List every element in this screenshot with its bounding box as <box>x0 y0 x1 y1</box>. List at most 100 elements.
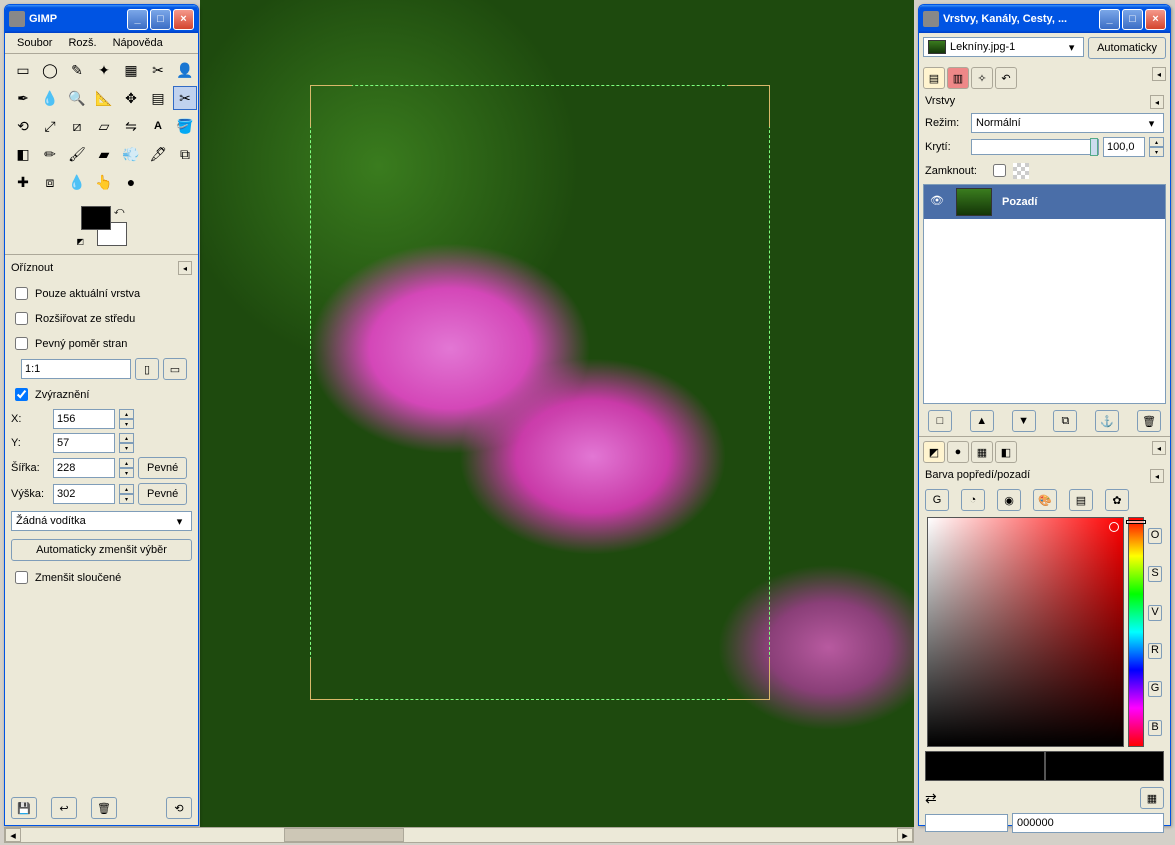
anchor-layer-button[interactable]: ⚓ <box>1095 410 1119 432</box>
aspect-portrait-button[interactable]: ▯ <box>135 358 159 380</box>
minimize-button[interactable]: _ <box>1099 9 1120 30</box>
ch-b[interactable]: B <box>1148 720 1162 736</box>
scroll-right-button[interactable]: ▸ <box>897 828 913 842</box>
menu-file[interactable]: Soubor <box>11 35 58 51</box>
crop-handle-sw[interactable] <box>310 658 352 700</box>
crop-handle-ne[interactable] <box>728 85 770 127</box>
duplicate-layer-button[interactable]: ⧉ <box>1053 410 1077 432</box>
tool-fuzzy-select[interactable]: ✦ <box>92 58 116 82</box>
reset-options-button[interactable]: ⟲ <box>166 797 192 819</box>
tool-scissors[interactable]: ✂ <box>146 58 170 82</box>
crop-x-input[interactable] <box>53 409 115 429</box>
crop-handle-nw[interactable] <box>310 85 352 127</box>
tab-gradients[interactable]: ◧ <box>995 441 1017 463</box>
opacity-input[interactable] <box>1103 137 1145 157</box>
layers-menu-button[interactable]: ◂ <box>1150 95 1164 109</box>
ch-v[interactable]: V <box>1148 605 1162 621</box>
save-options-button[interactable]: 💾 <box>11 797 37 819</box>
maximize-button[interactable]: □ <box>1122 9 1143 30</box>
tool-clone[interactable]: ⧉ <box>173 142 197 166</box>
crop-handle-se[interactable] <box>728 658 770 700</box>
tool-smudge[interactable]: 👆 <box>92 170 116 194</box>
mode-dropdown[interactable]: Normální▾ <box>971 113 1164 133</box>
tool-color-picker[interactable]: 💧 <box>38 86 62 110</box>
crop-h-input[interactable] <box>53 484 115 504</box>
tool-free-select[interactable]: ✎ <box>65 58 89 82</box>
tool-rotate[interactable]: ⟲ <box>11 114 35 138</box>
ch-s[interactable]: S <box>1148 566 1162 582</box>
guides-dropdown[interactable]: Žádná vodítka▾ <box>11 511 192 531</box>
sv-box[interactable] <box>927 517 1124 747</box>
scroll-left-button[interactable]: ◂ <box>5 828 21 842</box>
tool-bucket[interactable]: 🪣 <box>173 114 197 138</box>
check-shrink-merged[interactable] <box>15 571 28 584</box>
tool-move[interactable]: ✥ <box>119 86 143 110</box>
tool-color-select[interactable]: ▦ <box>119 58 143 82</box>
fg-color[interactable] <box>81 206 111 230</box>
tab-channels[interactable]: ▥ <box>947 67 969 89</box>
tool-text[interactable]: A <box>146 114 170 138</box>
tab-patterns[interactable]: ▦ <box>971 441 993 463</box>
tool-perspective[interactable]: ▱ <box>92 114 116 138</box>
add-to-palette-button[interactable]: ▦ <box>1140 787 1164 809</box>
layers-list[interactable]: 👁 Pozadí <box>923 184 1166 404</box>
check-expand-center[interactable] <box>15 312 28 325</box>
hue-bar[interactable] <box>1128 517 1144 747</box>
watercolor-select-button[interactable]: ✿ <box>1105 489 1129 511</box>
scroll-thumb[interactable] <box>284 828 404 842</box>
raise-layer-button[interactable]: ▲ <box>970 410 994 432</box>
lower-layer-button[interactable]: ▼ <box>1012 410 1036 432</box>
tab-paths[interactable]: ✧ <box>971 67 993 89</box>
ch-g[interactable]: G <box>1148 681 1162 697</box>
tool-blur[interactable]: 💧 <box>65 170 89 194</box>
aspect-ratio-input[interactable] <box>21 359 131 379</box>
hex-input[interactable] <box>1012 813 1164 833</box>
close-button[interactable]: × <box>173 9 194 30</box>
tab-brushes[interactable]: ● <box>947 441 969 463</box>
tool-zoom[interactable]: 🔍 <box>65 86 89 110</box>
swap-colors-icon[interactable]: ⤺ <box>114 206 125 217</box>
tool-blend[interactable]: ◧ <box>11 142 35 166</box>
tab-layers[interactable]: ▤ <box>923 67 945 89</box>
lock-alpha-check[interactable] <box>993 164 1006 177</box>
default-colors-icon[interactable]: ◩ <box>77 237 85 246</box>
tool-scale[interactable]: ⤢ <box>38 114 62 138</box>
auto-shrink-button[interactable]: Automaticky zmenšit výběr <box>11 539 192 561</box>
eye-icon[interactable]: 👁 <box>930 194 946 210</box>
tab-fgbg[interactable]: ◩ <box>923 441 945 463</box>
tool-foreground[interactable]: 👤 <box>173 58 197 82</box>
restore-options-button[interactable]: ↩ <box>51 797 77 819</box>
palette-select-button[interactable]: 🎨 <box>1033 489 1057 511</box>
crop-selection[interactable] <box>310 85 770 700</box>
delete-layer-button[interactable]: 🗑 <box>1137 410 1161 432</box>
cmyk-select-button[interactable]: ◔ <box>961 489 985 511</box>
tool-measure[interactable]: 📐 <box>92 86 116 110</box>
check-highlight[interactable] <box>15 388 28 401</box>
slider-handle[interactable] <box>1090 138 1098 156</box>
delete-options-button[interactable]: 🗑 <box>91 797 117 819</box>
opacity-slider[interactable] <box>971 139 1099 155</box>
new-layer-button[interactable]: □ <box>928 410 952 432</box>
auto-button[interactable]: Automaticky <box>1088 37 1166 59</box>
color-history[interactable] <box>925 814 1008 832</box>
tool-airbrush[interactable]: 💨 <box>119 142 143 166</box>
sv-handle[interactable] <box>1109 522 1119 532</box>
panel-menu-button[interactable]: ◂ <box>178 261 192 275</box>
ch-r[interactable]: R <box>1148 643 1162 659</box>
gimp-select-button[interactable]: G <box>925 489 949 511</box>
crop-w-spinner[interactable]: ▴▾ <box>119 458 134 478</box>
tool-paths[interactable]: ✒ <box>11 86 35 110</box>
check-only-layer[interactable] <box>15 287 28 300</box>
tool-crop[interactable]: ✂ <box>173 86 197 110</box>
hue-handle[interactable] <box>1126 520 1146 524</box>
swap-fgbg-icon[interactable]: ⇄ <box>925 790 937 807</box>
aspect-landscape-button[interactable]: ▭ <box>163 358 187 380</box>
tool-perspective-clone[interactable]: ⧈ <box>38 170 62 194</box>
crop-w-input[interactable] <box>53 458 115 478</box>
tool-heal[interactable]: ✚ <box>11 170 35 194</box>
tab-undo[interactable]: ↶ <box>995 67 1017 89</box>
tool-align[interactable]: ▤ <box>146 86 170 110</box>
wheel-select-button[interactable]: ◉ <box>997 489 1021 511</box>
ch-o[interactable]: O <box>1148 528 1162 544</box>
tool-flip[interactable]: ⇋ <box>119 114 143 138</box>
